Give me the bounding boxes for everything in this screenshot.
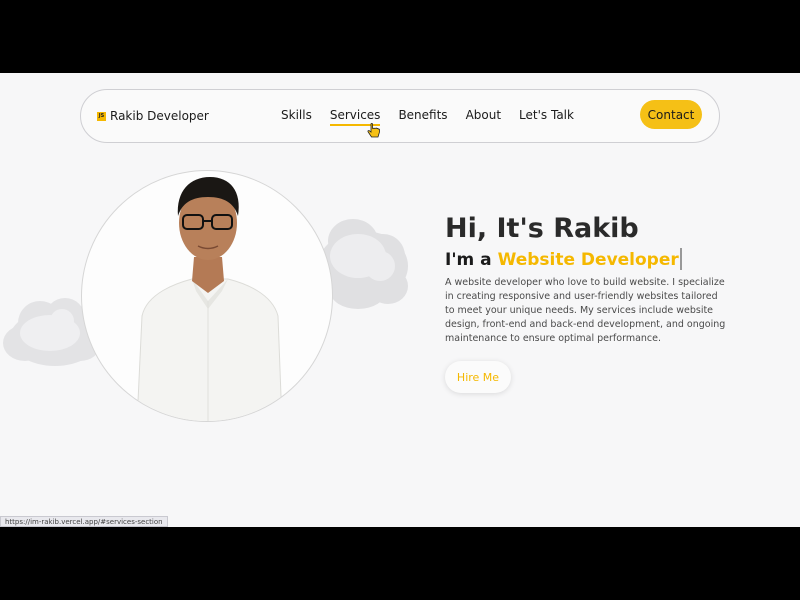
nav-link-lets-talk[interactable]: Let's Talk: [519, 108, 574, 122]
person-illustration: [136, 177, 283, 421]
profile-photo: [81, 170, 333, 422]
typing-caret: [679, 248, 682, 270]
hand-pointer-icon: [367, 123, 380, 138]
hero-subtitle-prefix: I'm a: [445, 250, 498, 270]
hero-text: Hi, It's Rakib I'm a Website Developer A…: [445, 213, 735, 346]
hire-me-button[interactable]: Hire Me: [445, 361, 511, 393]
portfolio-page: JS Rakib Developer Skills Services Benef…: [0, 73, 800, 527]
letterbox-top: [0, 0, 800, 73]
navbar: JS Rakib Developer Skills Services Benef…: [80, 89, 720, 143]
nav-link-skills[interactable]: Skills: [281, 108, 312, 122]
hero-subtitle: I'm a Website Developer: [445, 248, 735, 270]
contact-button[interactable]: Contact: [640, 100, 702, 129]
nav-link-about[interactable]: About: [466, 108, 501, 122]
hero-description: A website developer who love to build we…: [445, 277, 726, 344]
status-bar-url: https://im-rakib.vercel.app/#services-se…: [0, 516, 168, 527]
brand-logo-icon: JS: [97, 111, 106, 121]
brand-name: Rakib Developer: [110, 109, 209, 123]
nav-link-services[interactable]: Services: [329, 108, 380, 126]
hero-subtitle-highlight: Website Developer: [497, 250, 679, 270]
hero-title: Hi, It's Rakib: [445, 213, 639, 244]
letterbox-bottom: [0, 527, 800, 600]
brand[interactable]: JS Rakib Developer: [97, 109, 209, 123]
nav-links: Skills Services Benefits About Let's Tal…: [281, 108, 592, 126]
nav-link-benefits[interactable]: Benefits: [398, 108, 447, 122]
